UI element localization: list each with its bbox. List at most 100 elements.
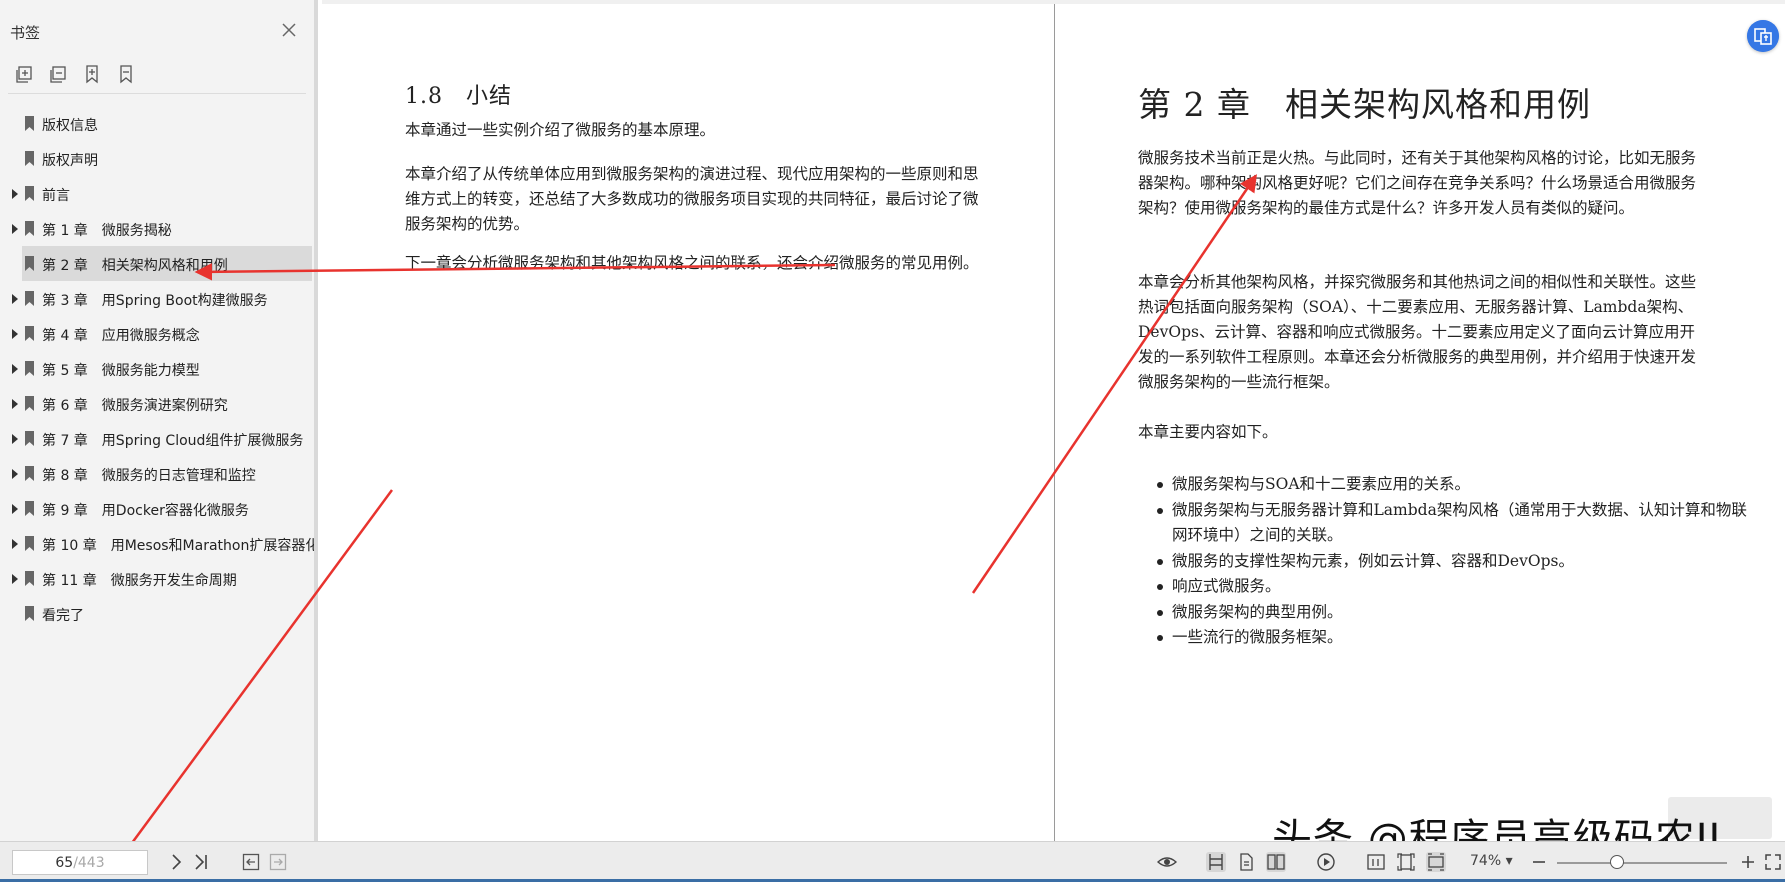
bookmark-label: 第 11 章 微服务开发生命周期 — [42, 573, 237, 589]
bookmark-label: 第 2 章 相关架构风格和用例 — [42, 258, 228, 274]
paragraph: 本章介绍了从传统单体应用到微服务架构的演进过程、现代应用架构的一些原则和思维方式… — [405, 165, 979, 233]
bookmark-icon — [25, 326, 34, 341]
expand-arrow-icon[interactable] — [10, 468, 20, 480]
bookmark-item[interactable]: 前言 — [0, 176, 314, 211]
bookmark-icon — [25, 221, 34, 236]
forward-icon[interactable] — [268, 852, 288, 872]
document-page-left: 1.8 小结 本章通过一些实例介绍了微服务的基本原理。 本章介绍了从传统单体应用… — [322, 4, 1055, 841]
bookmark-icon — [25, 466, 34, 481]
bookmark-item[interactable]: 第 8 章 微服务的日志管理和监控 — [0, 456, 314, 491]
bookmark-item[interactable]: 第 1 章 微服务揭秘 — [0, 211, 314, 246]
expand-arrow-icon[interactable] — [10, 433, 20, 445]
bookmark-label: 第 10 章 用Mesos和Marathon扩展容器化微服务 — [42, 538, 314, 554]
bookmark-label: 版权信息 — [42, 118, 98, 134]
expand-arrow-icon[interactable] — [10, 538, 20, 550]
expand-arrow-icon[interactable] — [10, 363, 20, 375]
bookmark-item[interactable]: 第 11 章 微服务开发生命周期 — [0, 561, 314, 596]
fit-width-icon[interactable] — [1426, 852, 1446, 872]
actual-size-icon[interactable] — [1366, 852, 1386, 872]
bookmark-item[interactable]: 第 9 章 用Docker容器化微服务 — [0, 491, 314, 526]
zoom-slider[interactable] — [1557, 862, 1727, 864]
zoom-dropdown[interactable]: 74% ▾ — [1470, 853, 1513, 869]
collapse-all-icon[interactable] — [48, 64, 68, 84]
expand-arrow-icon[interactable] — [10, 398, 20, 410]
bookmark-icon — [25, 606, 34, 621]
bullet-list: 微服务架构与SOA和十二要素应用的关系。 微服务架构与无服务器计算和Lambda… — [1138, 472, 1752, 651]
zoom-out-icon[interactable] — [1529, 852, 1549, 872]
bookmark-icon — [25, 291, 34, 306]
back-icon[interactable] — [241, 852, 261, 872]
bookmark-label: 第 7 章 用Spring Cloud组件扩展微服务 — [42, 433, 304, 449]
close-icon[interactable] — [279, 20, 299, 40]
bookmark-sidebar: 书签 版权信息 版权声明 前言 第 1 章 微服务揭秘 第 2 章 相关架构风格… — [0, 0, 318, 841]
last-page-icon[interactable] — [191, 852, 211, 872]
bookmark-label: 第 3 章 用Spring Boot构建微服务 — [42, 293, 268, 309]
page-number-input[interactable]: 65/443 — [12, 850, 148, 875]
eye-icon[interactable] — [1157, 852, 1177, 872]
bookmark-item[interactable]: 看完了 — [0, 596, 314, 631]
expand-all-icon[interactable] — [14, 64, 34, 84]
bookmark-icon — [25, 116, 34, 131]
fullscreen-icon[interactable] — [1763, 852, 1783, 872]
bookmark-icon — [25, 256, 34, 271]
bookmark-item[interactable]: 第 5 章 微服务能力模型 — [0, 351, 314, 386]
bookmark-item[interactable]: 第 6 章 微服务演进案例研究 — [0, 386, 314, 421]
list-item: 一些流行的微服务框架。 — [1157, 625, 1752, 651]
continuous-page-icon[interactable] — [1236, 852, 1256, 872]
bookmark-item[interactable]: 第 4 章 应用微服务概念 — [0, 316, 314, 351]
zoom-in-icon[interactable] — [1738, 852, 1758, 872]
bookmark-item[interactable]: 版权信息 — [0, 106, 314, 141]
paragraph: 本章会分析其他架构风格，并探究微服务和其他热词之间的相似性和关联性。这些热词包括… — [1138, 273, 1697, 391]
two-page-icon[interactable] — [1266, 852, 1286, 872]
expand-arrow-icon[interactable] — [10, 293, 20, 305]
bookmark-item-selected[interactable]: 第 2 章 相关架构风格和用例 — [22, 246, 312, 281]
bookmark-item[interactable]: 第 10 章 用Mesos和Marathon扩展容器化微服务 — [0, 526, 314, 561]
section-heading: 1.8 小结 — [405, 84, 512, 109]
expand-arrow-icon[interactable] — [10, 223, 20, 235]
sidebar-title: 书签 — [10, 24, 41, 42]
bookmark-item[interactable]: 版权声明 — [0, 141, 314, 176]
play-icon[interactable] — [1316, 852, 1336, 872]
bookmark-icon — [25, 571, 34, 586]
bookmark-label: 版权声明 — [42, 153, 98, 169]
bookmark-label: 第 9 章 用Docker容器化微服务 — [42, 503, 249, 519]
sidebar-divider — [8, 93, 306, 94]
list-item: 微服务架构的典型用例。 — [1157, 600, 1752, 626]
list-item: 微服务架构与无服务器计算和Lambda架构风格（通常用于大数据、认知计算和物联网… — [1157, 498, 1752, 549]
remove-bookmark-icon[interactable] — [116, 64, 136, 84]
expand-arrow-icon[interactable] — [10, 328, 20, 340]
zoom-value: 74% — [1470, 853, 1502, 869]
fit-page-icon[interactable] — [1396, 852, 1416, 872]
single-page-icon[interactable] — [1206, 852, 1226, 872]
paragraph: 下一章会分析微服务架构和其他架构风格之间的联系，还会介绍微服务的常见用例。 — [405, 254, 979, 272]
bookmark-item[interactable]: 第 7 章 用Spring Cloud组件扩展微服务 — [0, 421, 314, 456]
translate-icon[interactable] — [1747, 20, 1779, 52]
bottom-toolbar: 65/443 74% ▾ — [0, 841, 1785, 882]
bookmark-icon — [25, 151, 34, 166]
bookmark-list: 版权信息 版权声明 前言 第 1 章 微服务揭秘 第 2 章 相关架构风格和用例… — [0, 106, 314, 631]
bookmark-label: 第 8 章 微服务的日志管理和监控 — [42, 468, 256, 484]
expand-arrow-icon[interactable] — [10, 503, 20, 515]
list-item: 微服务的支撑性架构元素，例如云计算、容器和DevOps。 — [1157, 549, 1752, 575]
document-page-right: 第 2 章 相关架构风格和用例 微服务技术当前正是火热。与此同时，还有关于其他架… — [1056, 4, 1785, 841]
list-item: 响应式微服务。 — [1157, 574, 1752, 600]
paragraph: 本章通过一些实例介绍了微服务的基本原理。 — [405, 121, 716, 139]
bookmark-icon — [25, 536, 34, 551]
add-bookmark-icon[interactable] — [82, 64, 102, 84]
expand-arrow-icon[interactable] — [10, 573, 20, 585]
bookmark-label: 第 1 章 微服务揭秘 — [42, 223, 172, 239]
next-page-icon[interactable] — [166, 852, 186, 872]
bookmark-label: 第 5 章 微服务能力模型 — [42, 363, 200, 379]
expand-arrow-icon[interactable] — [10, 188, 20, 200]
bookmark-icon — [25, 361, 34, 376]
bookmark-label: 第 6 章 微服务演进案例研究 — [42, 398, 228, 414]
bookmark-icon — [25, 396, 34, 411]
bookmark-label: 看完了 — [42, 608, 84, 624]
zoom-slider-thumb[interactable] — [1610, 855, 1624, 869]
chapter-heading: 第 2 章 相关架构风格和用例 — [1138, 85, 1591, 124]
paragraph: 本章主要内容如下。 — [1138, 423, 1278, 441]
bookmark-label: 第 4 章 应用微服务概念 — [42, 328, 200, 344]
bookmark-toolbar — [14, 64, 136, 84]
bookmark-icon — [25, 186, 34, 201]
bookmark-item[interactable]: 第 3 章 用Spring Boot构建微服务 — [0, 281, 314, 316]
